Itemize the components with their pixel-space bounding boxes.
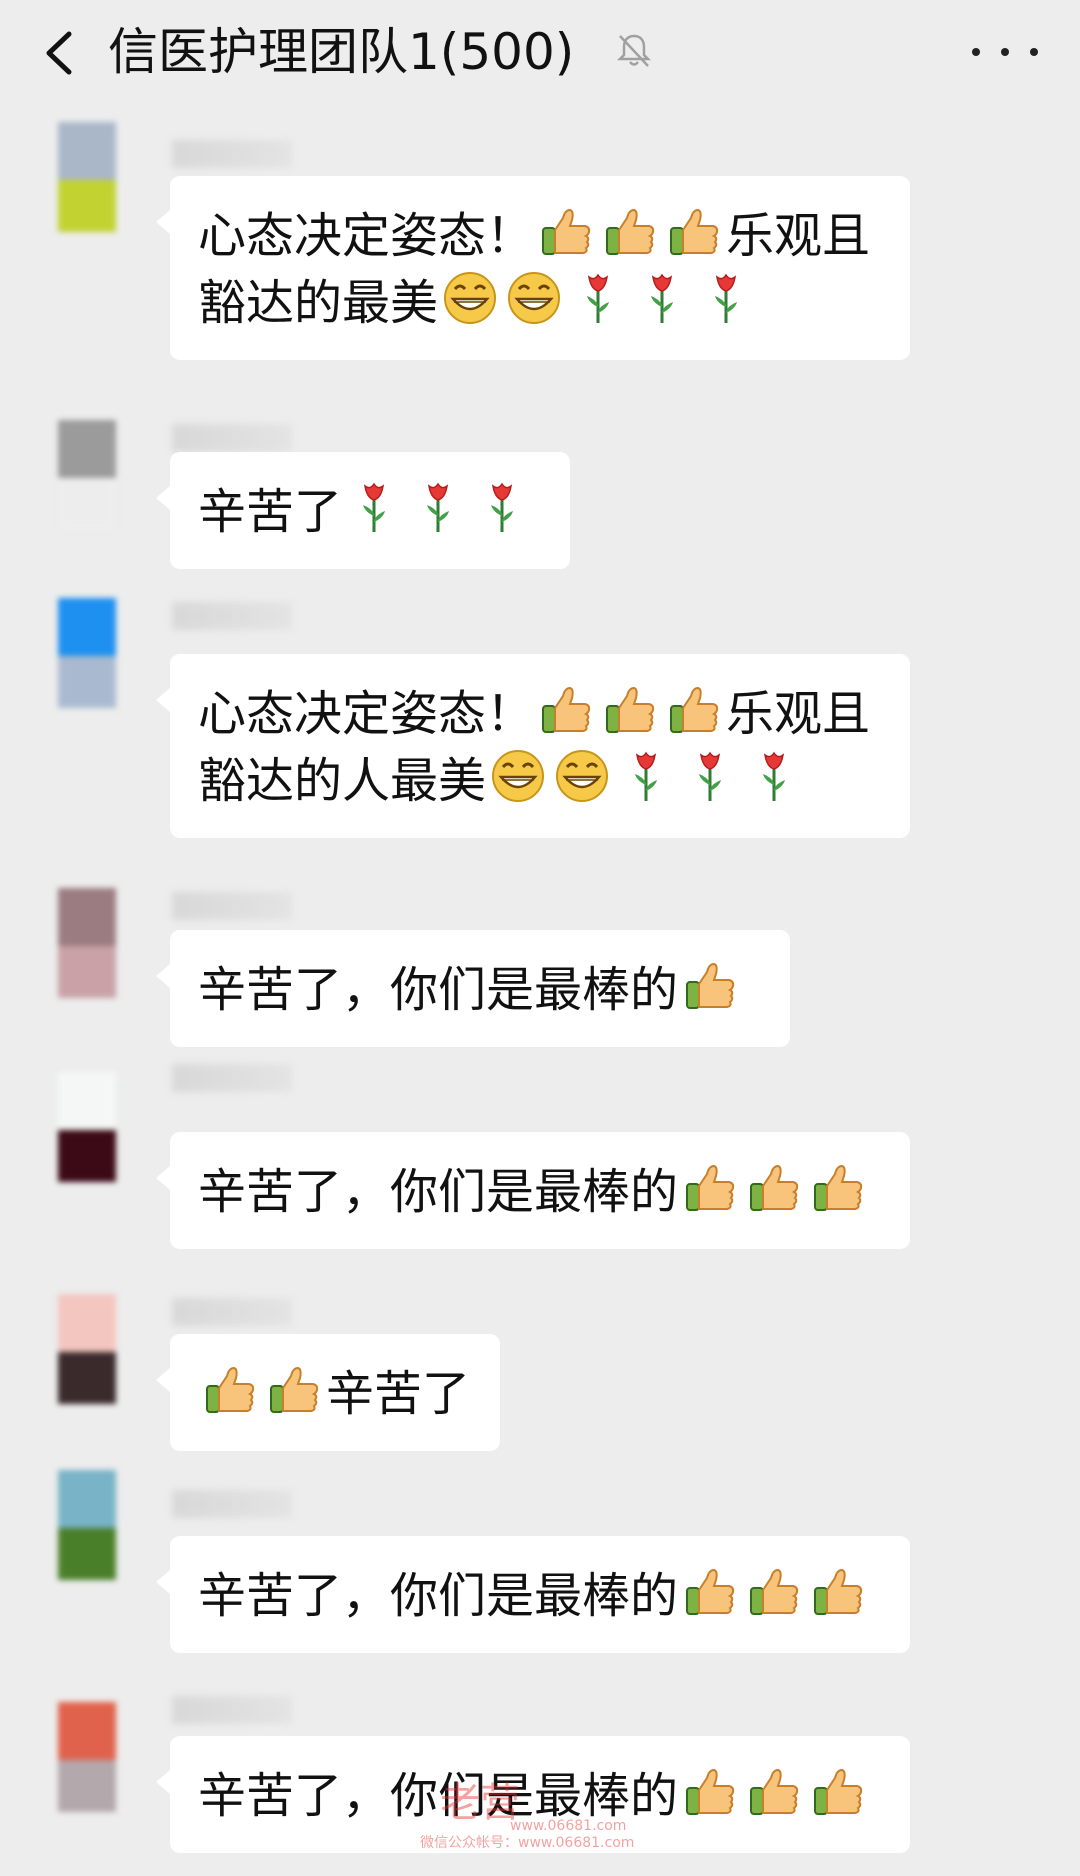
thumbs-up-emoji-icon <box>681 1158 739 1216</box>
more-dots-icon <box>972 48 980 56</box>
message-bubble[interactable]: 辛苦了，你们是最棒的 <box>156 930 790 1047</box>
message-text: 心态决定姿态！ <box>198 686 535 742</box>
sender-name-blurred <box>172 1490 292 1518</box>
thumbs-up-emoji-icon <box>601 680 659 738</box>
rose-emoji-icon <box>345 478 403 536</box>
thumbs-up-emoji-icon <box>601 202 659 260</box>
rose-emoji-icon <box>633 269 691 327</box>
thumbs-up-emoji-icon <box>745 1562 803 1620</box>
avatar[interactable] <box>30 122 140 232</box>
message-bubble[interactable]: 辛苦了 <box>156 1334 500 1451</box>
rose-emoji-icon <box>697 269 755 327</box>
thumbs-up-emoji-icon <box>809 1562 867 1620</box>
bell-off-icon <box>616 34 652 67</box>
rose-emoji-icon <box>745 747 803 805</box>
rose-emoji-icon <box>681 747 739 805</box>
sender-name-blurred <box>172 424 292 452</box>
sender-name-blurred <box>172 892 292 920</box>
grin-emoji-icon <box>489 747 547 805</box>
sender-name-blurred <box>172 1696 292 1724</box>
thumbs-up-emoji-icon <box>745 1762 803 1820</box>
message-bubble[interactable]: 辛苦了，你们是最棒的 <box>156 1536 910 1653</box>
thumbs-up-emoji-icon <box>809 1762 867 1820</box>
message-text: 辛苦了，你们是最棒的 <box>198 1164 679 1220</box>
thumbs-up-emoji-icon <box>665 680 723 738</box>
thumbs-up-emoji-icon <box>665 202 723 260</box>
avatar[interactable] <box>30 1072 140 1182</box>
avatar[interactable] <box>30 888 140 998</box>
thumbs-up-emoji-icon <box>809 1158 867 1216</box>
message-text: 辛苦了，你们是最棒的 <box>198 962 679 1018</box>
avatar[interactable] <box>30 598 140 708</box>
watermark: 老营 www.06681.com 微信公众帐号：www.06681.com <box>400 1770 720 1860</box>
message-bubble[interactable]: 辛苦了，你们是最棒的 <box>156 1132 910 1249</box>
watermark-logo: 老营 <box>440 1780 520 1826</box>
chat-header: 信医护理团队1(500) <box>0 0 1080 104</box>
more-button[interactable] <box>972 30 1038 74</box>
sender-name-blurred <box>172 140 292 168</box>
thumbs-up-emoji-icon <box>745 1158 803 1216</box>
rose-emoji-icon <box>473 478 531 536</box>
thumbs-up-emoji-icon <box>537 680 595 738</box>
message-text: 辛苦了 <box>198 484 343 540</box>
rose-emoji-icon <box>617 747 675 805</box>
chevron-left-icon <box>46 31 72 75</box>
avatar[interactable] <box>30 1702 140 1812</box>
rose-emoji-icon <box>409 478 467 536</box>
thumbs-up-emoji-icon <box>681 1562 739 1620</box>
message-bubble[interactable]: 辛苦了 <box>156 452 570 569</box>
sender-name-blurred <box>172 1064 292 1092</box>
rose-emoji-icon <box>569 269 627 327</box>
avatar[interactable] <box>30 1470 140 1580</box>
sender-name-blurred <box>172 1298 292 1326</box>
chat-title: 信医护理团队1(500) <box>108 23 575 81</box>
message-text: 心态决定姿态！ <box>198 208 535 264</box>
sender-name-blurred <box>172 602 292 630</box>
avatar[interactable] <box>30 420 140 530</box>
grin-emoji-icon <box>441 269 499 327</box>
more-dots-icon <box>1001 48 1009 56</box>
message-bubble[interactable]: 心态决定姿态！ 乐观且 豁达的人最美 <box>156 654 910 838</box>
back-button[interactable] <box>30 22 86 84</box>
grin-emoji-icon <box>505 269 563 327</box>
more-dots-icon <box>1030 48 1038 56</box>
thumbs-up-emoji-icon <box>265 1360 323 1418</box>
message-text: 辛苦了，你们是最棒的 <box>198 1568 679 1624</box>
watermark-caption: 微信公众帐号：www.06681.com <box>420 1835 635 1851</box>
message-bubble[interactable]: 心态决定姿态！ 乐观且 豁达的最美 <box>156 176 910 360</box>
grin-emoji-icon <box>553 747 611 805</box>
message-text: 辛苦了 <box>326 1366 471 1422</box>
thumbs-up-emoji-icon <box>681 956 739 1014</box>
avatar[interactable] <box>30 1294 140 1404</box>
thumbs-up-emoji-icon <box>537 202 595 260</box>
thumbs-up-emoji-icon <box>201 1360 259 1418</box>
